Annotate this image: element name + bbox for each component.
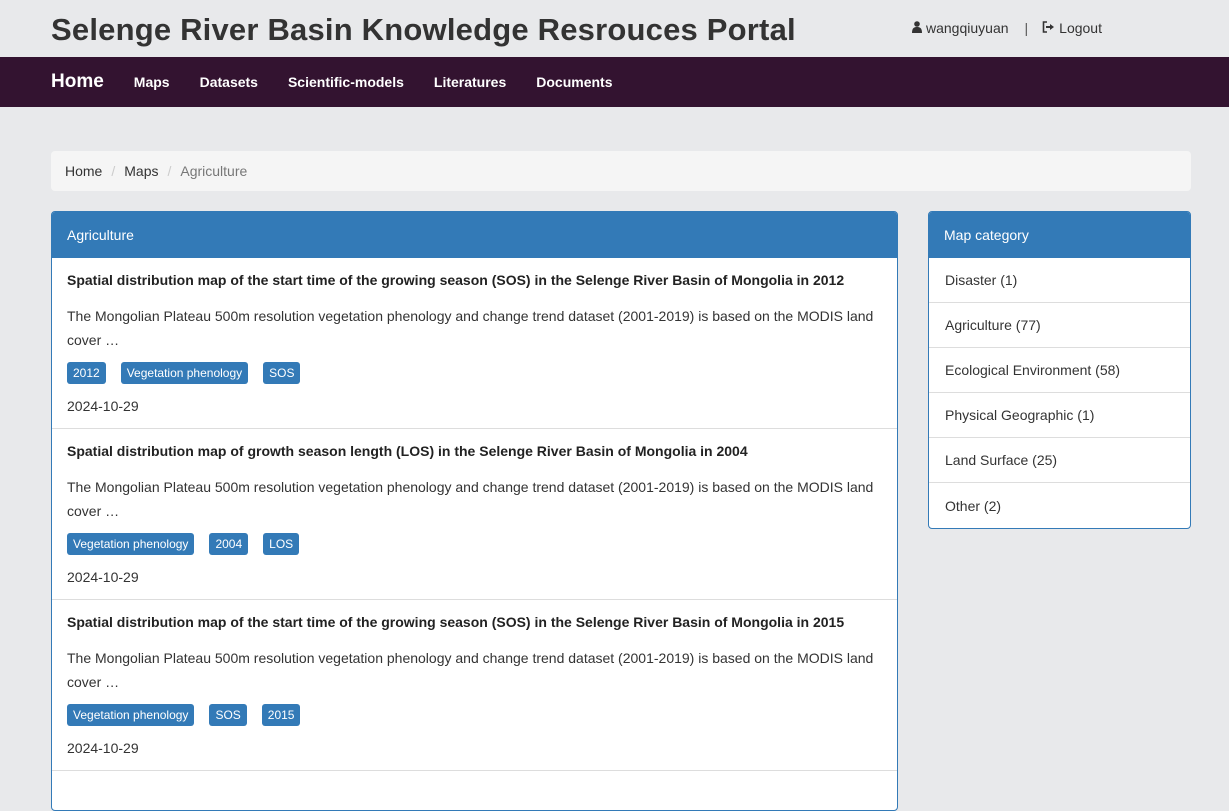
tag[interactable]: LOS bbox=[263, 533, 300, 555]
item-date: 2024-10-29 bbox=[67, 398, 139, 414]
user-area: wangqiuyuan | Logout bbox=[912, 20, 1102, 36]
panel-heading: Agriculture bbox=[52, 212, 897, 258]
tag[interactable]: Vegetation phenology bbox=[67, 533, 195, 555]
category-list: Disaster (1) Agriculture (77) Ecological… bbox=[929, 258, 1190, 528]
item-date: 2024-10-29 bbox=[67, 740, 139, 756]
username: wangqiuyuan bbox=[926, 20, 1009, 36]
tag-list: Vegetation phenology SOS 2015 bbox=[67, 704, 882, 726]
header-separator: | bbox=[1024, 20, 1029, 36]
item-description: The Mongolian Plateau 500m resolution ve… bbox=[67, 650, 874, 690]
tag[interactable]: Vegetation phenology bbox=[120, 362, 249, 384]
logout-link[interactable]: Logout bbox=[1042, 20, 1102, 36]
tag[interactable]: 2015 bbox=[261, 704, 301, 726]
nav-literatures[interactable]: Literatures bbox=[434, 74, 506, 90]
user-link[interactable]: wangqiuyuan bbox=[912, 20, 1009, 36]
category-agriculture[interactable]: Agriculture (77) bbox=[929, 303, 1190, 348]
tag-list: 2012 Vegetation phenology SOS bbox=[67, 362, 882, 384]
item-title-link[interactable]: Spatial distribution map of growth seaso… bbox=[67, 443, 882, 459]
category-physical-geographic[interactable]: Physical Geographic (1) bbox=[929, 393, 1190, 438]
nav-documents[interactable]: Documents bbox=[536, 74, 612, 90]
category-heading: Map category bbox=[929, 212, 1190, 258]
nav-datasets[interactable]: Datasets bbox=[200, 74, 258, 90]
category-land-surface[interactable]: Land Surface (25) bbox=[929, 438, 1190, 483]
tag[interactable]: 2004 bbox=[209, 533, 249, 555]
category-disaster[interactable]: Disaster (1) bbox=[929, 258, 1190, 303]
list-item: Spatial distribution map of the start ti… bbox=[52, 600, 897, 771]
tag[interactable]: SOS bbox=[263, 362, 301, 384]
main-navbar: Home Maps Datasets Scientific-models Lit… bbox=[0, 57, 1229, 107]
tag[interactable]: Vegetation phenology bbox=[67, 704, 195, 726]
breadcrumb-current: Agriculture bbox=[180, 163, 248, 179]
list-item: Spatial distribution map of the start ti… bbox=[52, 258, 897, 429]
site-title: Selenge River Basin Knowledge Resrouces … bbox=[51, 12, 796, 47]
category-other[interactable]: Other (2) bbox=[929, 483, 1190, 528]
nav-maps[interactable]: Maps bbox=[134, 74, 170, 90]
top-header: Selenge River Basin Knowledge Resrouces … bbox=[0, 0, 1229, 57]
item-description: The Mongolian Plateau 500m resolution ve… bbox=[67, 308, 874, 348]
tag[interactable]: 2012 bbox=[67, 362, 106, 384]
sign-out-icon bbox=[1042, 20, 1055, 36]
category-ecological-environment[interactable]: Ecological Environment (58) bbox=[929, 348, 1190, 393]
breadcrumb-maps[interactable]: Maps bbox=[124, 163, 158, 179]
user-icon bbox=[912, 20, 922, 36]
item-title-link[interactable]: Spatial distribution map of the start ti… bbox=[67, 272, 882, 288]
item-description: The Mongolian Plateau 500m resolution ve… bbox=[67, 479, 874, 519]
map-list-panel: Agriculture Spatial distribution map of … bbox=[51, 211, 898, 811]
breadcrumb-home[interactable]: Home bbox=[65, 163, 102, 179]
map-category-panel: Map category Disaster (1) Agriculture (7… bbox=[928, 211, 1191, 529]
breadcrumb-divider: / bbox=[167, 163, 172, 179]
tag[interactable]: SOS bbox=[209, 704, 247, 726]
list-item: Spatial distribution map of growth seaso… bbox=[52, 429, 897, 600]
logout-label: Logout bbox=[1059, 20, 1102, 36]
tag-list: Vegetation phenology 2004 LOS bbox=[67, 533, 882, 555]
nav-home[interactable]: Home bbox=[51, 71, 104, 93]
item-title-link[interactable]: Spatial distribution map of the start ti… bbox=[67, 614, 882, 630]
item-date: 2024-10-29 bbox=[67, 569, 139, 585]
breadcrumb: Home / Maps / Agriculture bbox=[51, 151, 1191, 191]
nav-scientific-models[interactable]: Scientific-models bbox=[288, 74, 404, 90]
breadcrumb-divider: / bbox=[111, 163, 116, 179]
